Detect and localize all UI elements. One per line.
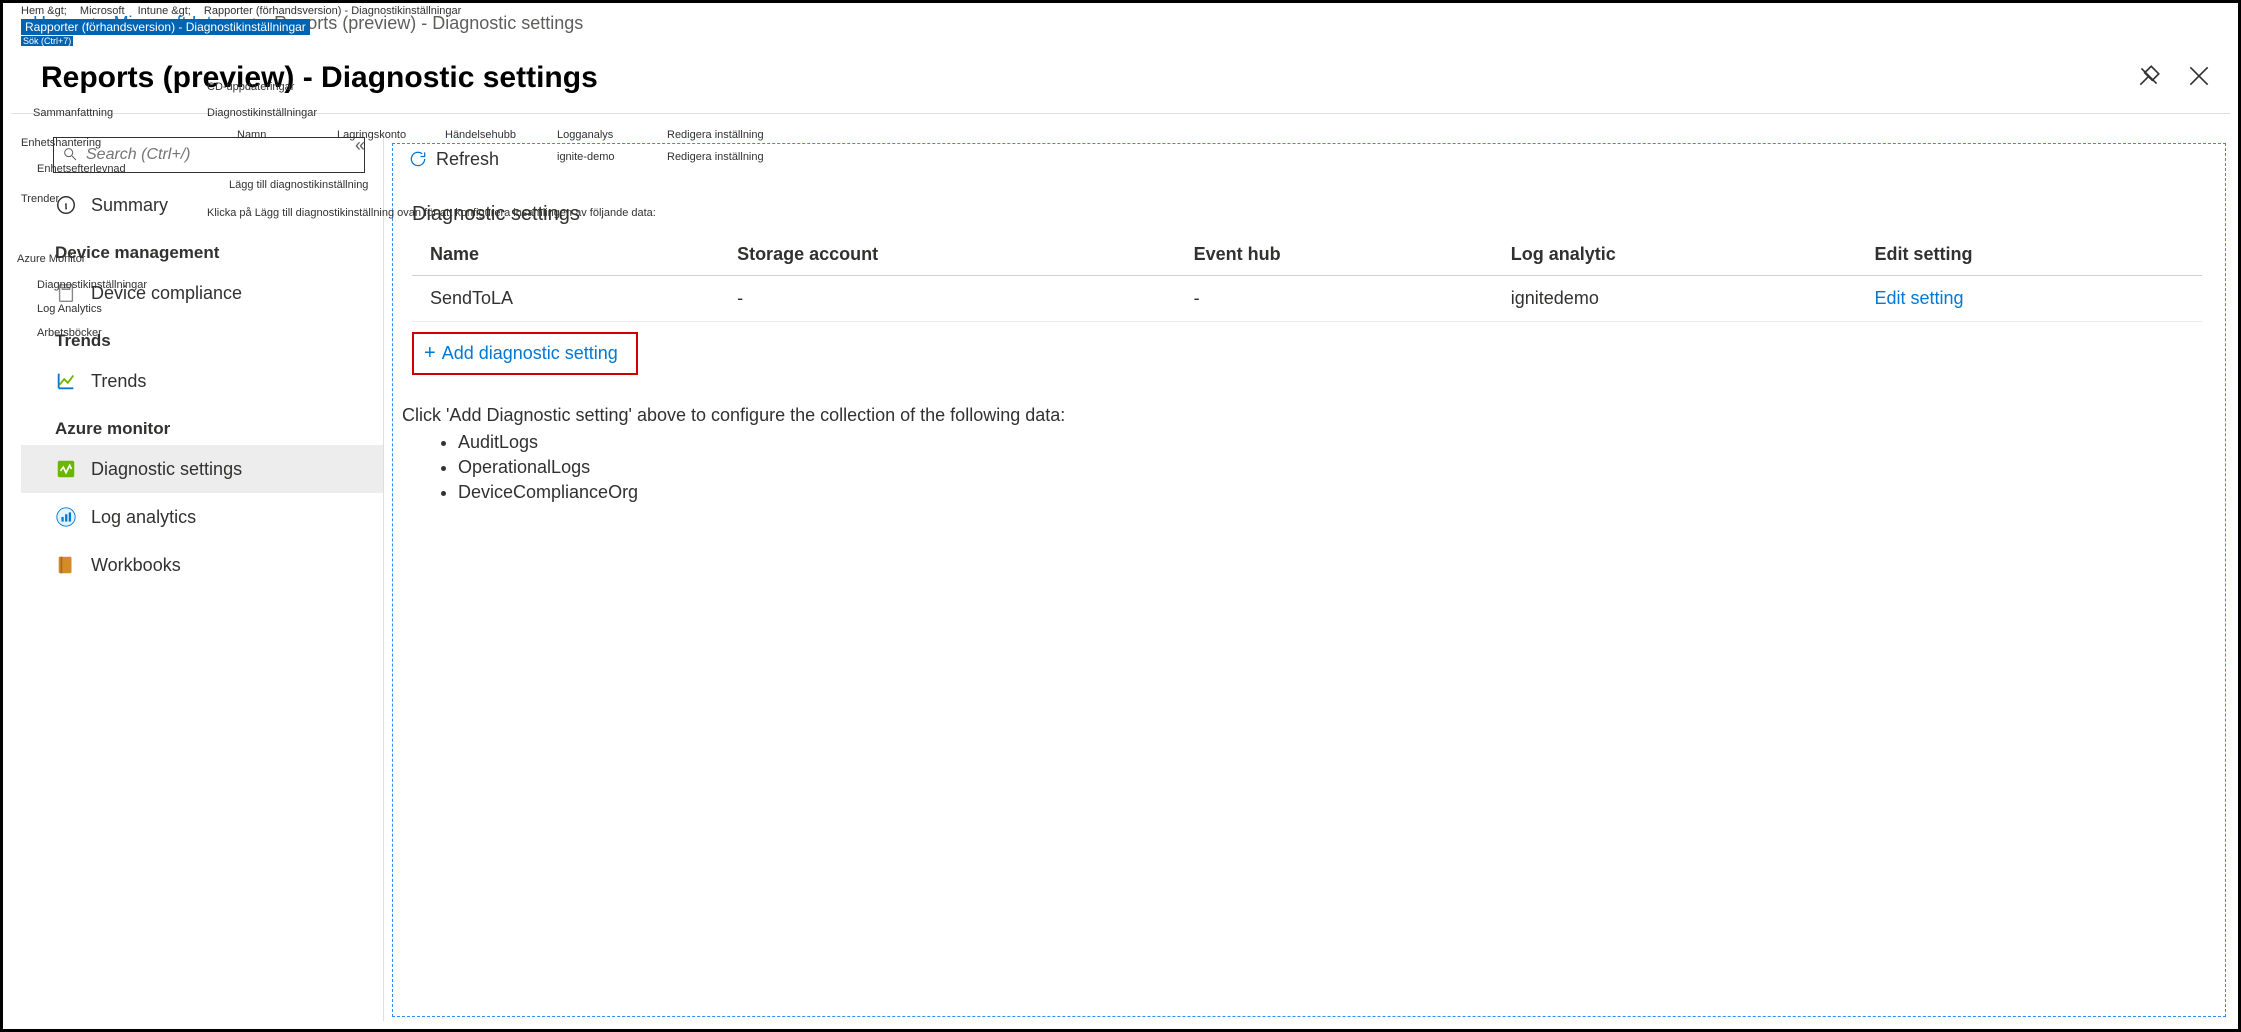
legacy-overlay: Hem &gt; Microsoft Intune &gt; Rapporter… bbox=[21, 5, 471, 47]
col-eventhub: Event hub bbox=[1176, 234, 1493, 276]
diagnostic-icon bbox=[55, 458, 77, 480]
page-title: Reports (preview) - Diagnostic settings bbox=[41, 61, 598, 95]
col-name: Name bbox=[412, 234, 719, 276]
add-diagnostic-setting-button[interactable]: + Add diagnostic setting bbox=[412, 332, 638, 375]
list-item: DeviceComplianceOrg bbox=[458, 482, 2230, 503]
sidebar-item-label: Trends bbox=[91, 371, 146, 392]
data-type-list: AuditLogs OperationalLogs DeviceComplian… bbox=[418, 432, 2230, 503]
section-title: Diagnostic settings bbox=[384, 185, 2230, 234]
cell-loganalytic: ignitedemo bbox=[1493, 276, 1857, 322]
col-loganalytic: Log analytic bbox=[1493, 234, 1857, 276]
toolbar: Refresh bbox=[384, 133, 2230, 185]
sidebar-item-label: Workbooks bbox=[91, 555, 181, 576]
cell-storage: - bbox=[719, 276, 1176, 322]
plus-icon: + bbox=[424, 342, 436, 365]
sidebar-group-azure-monitor: Azure monitor bbox=[21, 405, 383, 445]
list-item: AuditLogs bbox=[458, 432, 2230, 453]
sidebar-item-label: Summary bbox=[91, 195, 168, 216]
collapse-sidebar-icon[interactable]: « bbox=[355, 135, 365, 156]
sidebar-item-label: Log analytics bbox=[91, 507, 196, 528]
main-content: Refresh Diagnostic settings Name Storage… bbox=[383, 133, 2230, 1021]
col-edit: Edit setting bbox=[1856, 234, 2202, 276]
close-icon[interactable] bbox=[2186, 63, 2212, 92]
refresh-icon bbox=[408, 149, 428, 169]
list-item: OperationalLogs bbox=[458, 457, 2230, 478]
trends-icon bbox=[55, 370, 77, 392]
sidebar: Summary Device management Device complia… bbox=[21, 133, 383, 1021]
sidebar-item-trends[interactable]: Trends bbox=[21, 357, 383, 405]
workbooks-icon bbox=[55, 554, 77, 576]
log-analytics-icon bbox=[55, 506, 77, 528]
pin-icon[interactable] bbox=[2136, 63, 2162, 92]
refresh-button[interactable]: Refresh bbox=[408, 149, 499, 170]
divider bbox=[11, 113, 2230, 114]
cell-eventhub: - bbox=[1176, 276, 1493, 322]
search-input[interactable] bbox=[84, 145, 356, 165]
edit-setting-link[interactable]: Edit setting bbox=[1874, 288, 1963, 308]
diagnostic-table: Name Storage account Event hub Log analy… bbox=[412, 234, 2202, 322]
sidebar-item-workbooks[interactable]: Workbooks bbox=[21, 541, 383, 589]
sidebar-item-label: Diagnostic settings bbox=[91, 459, 242, 480]
instruction-text: Click 'Add Diagnostic setting' above to … bbox=[402, 405, 2230, 426]
cell-name: SendToLA bbox=[412, 276, 719, 322]
table-row: SendToLA - - ignitedemo Edit setting bbox=[412, 276, 2202, 322]
sidebar-item-log-analytics[interactable]: Log analytics bbox=[21, 493, 383, 541]
col-storage: Storage account bbox=[719, 234, 1176, 276]
sidebar-item-diagnostic-settings[interactable]: Diagnostic settings bbox=[21, 445, 383, 493]
